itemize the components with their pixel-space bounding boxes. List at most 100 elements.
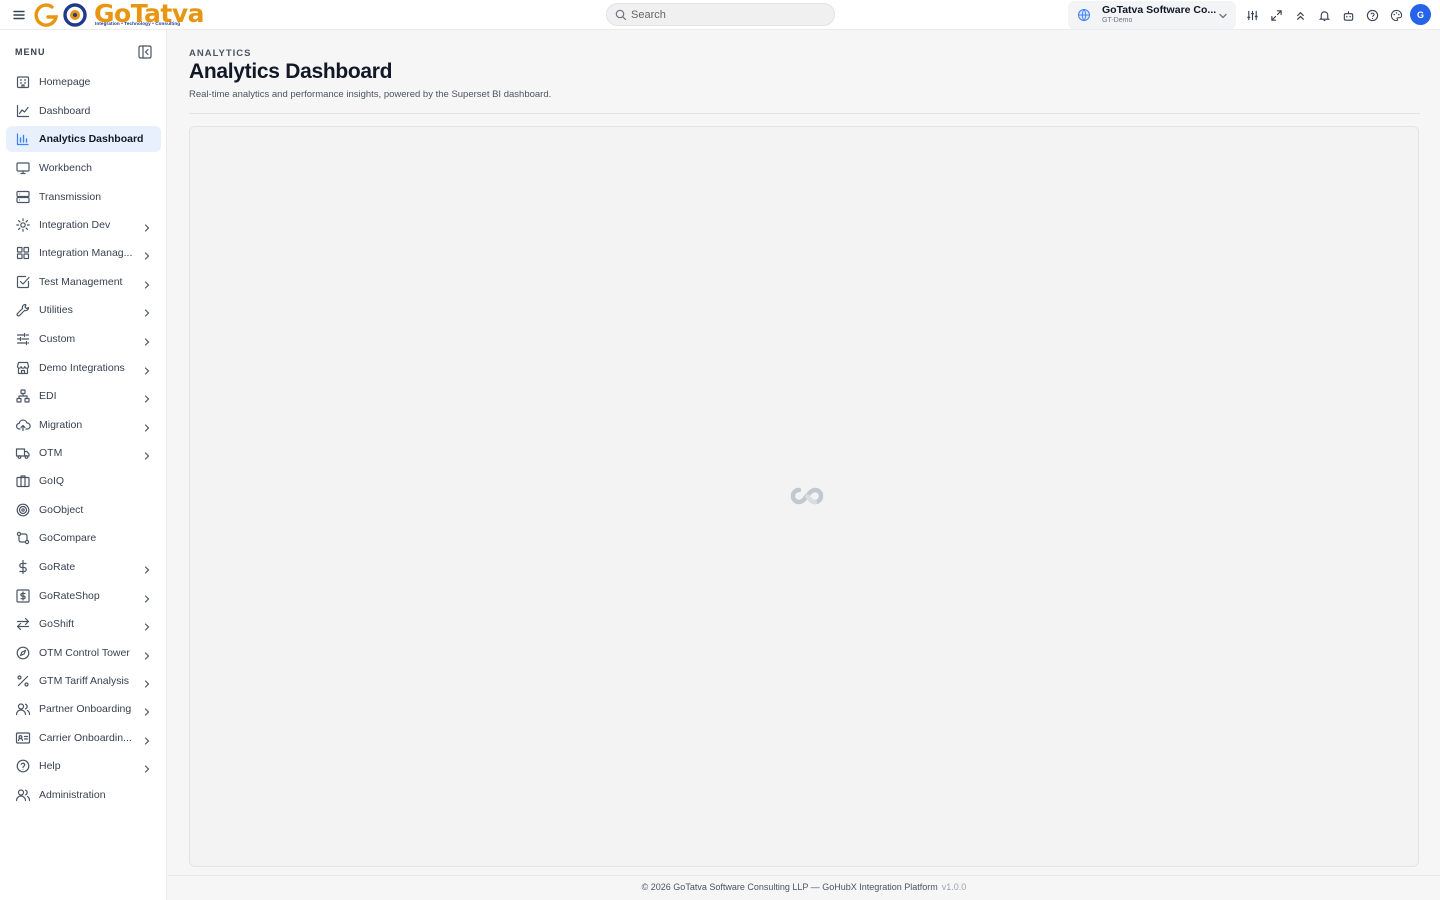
- truck-icon: [15, 445, 31, 461]
- chevron-right-icon[interactable]: [142, 448, 152, 460]
- top-bar: GoTatva Integration • Technology • Consu…: [0, 0, 1440, 30]
- chevron-right-icon[interactable]: [142, 619, 152, 631]
- sidebar-item-goiq[interactable]: GoIQ: [6, 468, 161, 494]
- monitor-icon: [15, 160, 31, 176]
- cloud-upload-icon: [15, 417, 31, 433]
- chevron-down-icon: [1219, 13, 1227, 19]
- network-icon: [15, 388, 31, 404]
- search-box[interactable]: [606, 3, 835, 26]
- sidebar-item-label: Test Management: [39, 276, 123, 288]
- chevron-right-icon[interactable]: [142, 648, 152, 660]
- search-input[interactable]: [631, 6, 826, 23]
- logo-tagline: Integration • Technology • Consulting: [95, 21, 181, 26]
- store-icon: [15, 360, 31, 376]
- chevron-right-icon[interactable]: [142, 420, 152, 432]
- sidebar-item-gorate[interactable]: GoRate: [6, 554, 161, 580]
- sidebar-item-homepage[interactable]: Homepage: [6, 69, 161, 95]
- sidebar-item-dashboard[interactable]: Dashboard: [6, 98, 161, 124]
- check-square-icon: [15, 274, 31, 290]
- bar-chart-icon: [15, 131, 31, 147]
- git-compare-icon: [15, 530, 31, 546]
- server-icon: [15, 189, 31, 205]
- sidebar-item-label: Analytics Dashboard: [39, 133, 144, 145]
- sidebar-item-carrier-onboardin[interactable]: Carrier Onboardin...: [6, 725, 161, 751]
- id-card-icon: [15, 730, 31, 746]
- sidebar-item-transmission[interactable]: Transmission: [6, 184, 161, 210]
- chevron-right-icon[interactable]: [142, 248, 152, 260]
- superset-dashboard-frame[interactable]: [189, 126, 1419, 867]
- swap-icon: [15, 616, 31, 632]
- gear-icon: [15, 217, 31, 233]
- sidebar-item-edi[interactable]: EDI: [6, 383, 161, 409]
- robot-icon[interactable]: [1340, 7, 1356, 23]
- chevron-right-icon[interactable]: [142, 733, 152, 745]
- grid-icon: [15, 245, 31, 261]
- collapse-sidebar-icon[interactable]: [137, 44, 153, 60]
- sidebar-item-label: GoCompare: [39, 532, 97, 544]
- sidebar-item-custom[interactable]: Custom: [6, 326, 161, 352]
- sidebar-item-label: Integration Dev: [39, 219, 111, 231]
- sidebar-item-gorateshop[interactable]: GoRateShop: [6, 583, 161, 609]
- sidebar-item-label: GoIQ: [39, 475, 65, 487]
- sidebar-item-gocompare[interactable]: GoCompare: [6, 525, 161, 551]
- sidebar-item-integration-dev[interactable]: Integration Dev: [6, 212, 161, 238]
- expand-icon[interactable]: [1268, 7, 1284, 23]
- sidebar-item-administration[interactable]: Administration: [6, 782, 161, 808]
- sidebar-item-partner-onboarding[interactable]: Partner Onboarding: [6, 696, 161, 722]
- hamburger-menu-icon[interactable]: [12, 8, 26, 22]
- palette-icon[interactable]: [1388, 7, 1404, 23]
- sliders-icon[interactable]: [1244, 7, 1260, 23]
- chevron-right-icon[interactable]: [142, 562, 152, 574]
- sidebar-item-label: Integration Manag...: [39, 247, 133, 259]
- loading-spinner-icon: [787, 484, 827, 513]
- wrench-icon: [15, 302, 31, 318]
- chevron-right-icon[interactable]: [142, 363, 152, 375]
- compass-icon: [15, 645, 31, 661]
- help-icon[interactable]: [1364, 7, 1380, 23]
- percent-icon: [15, 673, 31, 689]
- sidebar-item-label: Partner Onboarding: [39, 703, 132, 715]
- sidebar-item-label: Migration: [39, 419, 83, 431]
- menu-label: MENU: [15, 47, 46, 57]
- sidebar-item-label: GoRate: [39, 561, 76, 573]
- sidebar-item-analytics-dashboard[interactable]: Analytics Dashboard: [6, 126, 161, 152]
- chevron-right-icon[interactable]: [142, 277, 152, 289]
- breadcrumb: ANALYTICS: [189, 48, 252, 59]
- sidebar-item-label: EDI: [39, 390, 57, 402]
- sidebar-item-workbench[interactable]: Workbench: [6, 155, 161, 181]
- org-code: GT-Demo: [1102, 17, 1133, 24]
- sidebar-item-test-management[interactable]: Test Management: [6, 269, 161, 295]
- sidebar-item-goobject[interactable]: GoObject: [6, 497, 161, 523]
- chevron-right-icon[interactable]: [142, 591, 152, 603]
- chevron-right-icon[interactable]: [142, 704, 152, 716]
- sidebar-item-help[interactable]: Help: [6, 753, 161, 779]
- sidebar-item-otm-control-tower[interactable]: OTM Control Tower: [6, 640, 161, 666]
- chevron-right-icon[interactable]: [142, 761, 152, 773]
- sidebar-item-label: Workbench: [39, 162, 92, 174]
- chevron-right-icon[interactable]: [142, 220, 152, 232]
- footer: © 2026 GoTatva Software Consulting LLP —…: [168, 875, 1440, 900]
- sidebar-item-gtm-tariff-analysis[interactable]: GTM Tariff Analysis: [6, 668, 161, 694]
- sidebar-item-label: Custom: [39, 333, 76, 345]
- sidebar-item-demo-integrations[interactable]: Demo Integrations: [6, 355, 161, 381]
- sidebar-item-utilities[interactable]: Utilities: [6, 297, 161, 323]
- org-switcher[interactable]: GoTatva Software Co... GT-Demo: [1068, 1, 1236, 29]
- chevron-right-icon[interactable]: [142, 305, 152, 317]
- users-icon: [15, 701, 31, 717]
- sidebar-item-label: Carrier Onboardin...: [39, 732, 132, 744]
- briefcase-icon: [15, 473, 31, 489]
- chevron-right-icon[interactable]: [142, 391, 152, 403]
- bell-icon[interactable]: [1316, 7, 1332, 23]
- chevrons-up-icon[interactable]: [1292, 7, 1308, 23]
- sidebar-item-goshift[interactable]: GoShift: [6, 611, 161, 637]
- chevron-right-icon[interactable]: [142, 676, 152, 688]
- sidebar-item-label: GoRateShop: [39, 590, 100, 602]
- gotatva-logo[interactable]: GoTatva Integration • Technology • Consu…: [34, 0, 205, 30]
- avatar[interactable]: G: [1410, 4, 1431, 25]
- sidebar-item-integration-manag[interactable]: Integration Manag...: [6, 240, 161, 266]
- chevron-right-icon[interactable]: [142, 334, 152, 346]
- sidebar: MENU Homepage Dashboard Analytics Dashboar…: [0, 30, 167, 900]
- sidebar-item-migration[interactable]: Migration: [6, 412, 161, 438]
- sidebar-item-otm[interactable]: OTM: [6, 440, 161, 466]
- sidebar-item-label: Utilities: [39, 304, 73, 316]
